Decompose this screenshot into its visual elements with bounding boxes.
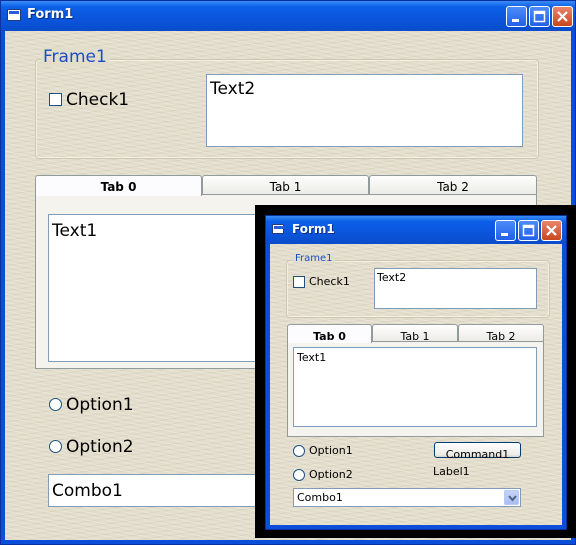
preview-option2-label[interactable]: Option2 [309,468,353,481]
form-window-icon[interactable] [272,224,284,234]
check1-label[interactable]: Check1 [66,90,129,110]
option2-radio[interactable] [49,440,62,453]
combo-dropdown-button[interactable] [504,490,519,505]
preview-option1-label[interactable]: Option1 [309,444,353,457]
preview-check1-label[interactable]: Check1 [309,275,350,288]
tab-1-label: Tab 1 [269,180,302,194]
preview-text2-value: Text2 [377,271,407,284]
preview-client-area: Frame1 Check1 Text2 Tab 0 Tab 1 Tab 2 Te… [270,244,562,525]
preview-text1-value: Text1 [297,351,327,364]
tab-0[interactable]: Tab 0 [35,175,202,196]
tab-1[interactable]: Tab 1 [202,175,369,194]
maximize-icon [522,224,535,237]
minimize-icon [512,19,519,22]
tab-2-label: Tab 2 [437,180,469,194]
chevron-down-icon [508,495,517,502]
close-icon [546,225,557,236]
option1-label[interactable]: Option1 [66,395,134,415]
preview-window: Form1 Frame1 Check1 Text2 Tab 0 Tab 1 Ta… [265,215,567,530]
preview-combo1-value: Combo1 [297,491,343,504]
text2-textbox[interactable]: Text2 [206,74,523,147]
preview-check1-checkbox[interactable] [293,276,305,288]
window-title: Form1 [27,7,74,22]
preview-close-button[interactable] [541,220,562,241]
minimize-button[interactable] [506,6,527,27]
preview-title-bar[interactable]: Form1 [266,216,566,244]
title-bar[interactable]: Form1 [1,1,575,31]
text1-value: Text1 [52,221,98,241]
preview-frame1-caption: Frame1 [293,253,335,264]
check1-checkbox[interactable] [49,93,62,106]
combo1-value: Combo1 [52,481,123,501]
maximize-button[interactable] [529,6,550,27]
command1-button[interactable]: Command1 [434,442,521,461]
maximize-icon [533,10,546,23]
preview-tab-2-label: Tab 2 [486,330,516,343]
option1-radio[interactable] [49,398,62,411]
form-window-icon[interactable] [7,9,21,21]
preview-window-title: Form1 [292,222,335,236]
preview-tab-0[interactable]: Tab 0 [287,324,372,343]
preview-text1-textbox[interactable]: Text1 [293,347,537,427]
command1-label: Command1 [445,448,510,461]
preview-maximize-button[interactable] [518,220,539,241]
minimize-icon [501,233,508,236]
close-icon [557,11,568,22]
preview-option1-radio[interactable] [293,445,305,457]
tab-0-label: Tab 0 [100,180,137,194]
preview-tab-0-label: Tab 0 [313,330,346,343]
preview-combo1-combobox[interactable]: Combo1 [293,488,521,507]
preview-tab-2[interactable]: Tab 2 [458,324,544,343]
preview-tab-1[interactable]: Tab 1 [372,324,458,343]
preview-option2-radio[interactable] [293,469,305,481]
close-button[interactable] [552,6,573,27]
preview-minimize-button[interactable] [495,220,516,241]
preview-tab-1-label: Tab 1 [400,330,430,343]
text2-value: Text2 [210,79,256,99]
label1: Label1 [433,465,470,478]
frame1-caption: Frame1 [41,47,109,67]
option2-label[interactable]: Option2 [66,437,134,457]
tab-2[interactable]: Tab 2 [369,175,537,194]
preview-text2-textbox[interactable]: Text2 [374,268,537,309]
